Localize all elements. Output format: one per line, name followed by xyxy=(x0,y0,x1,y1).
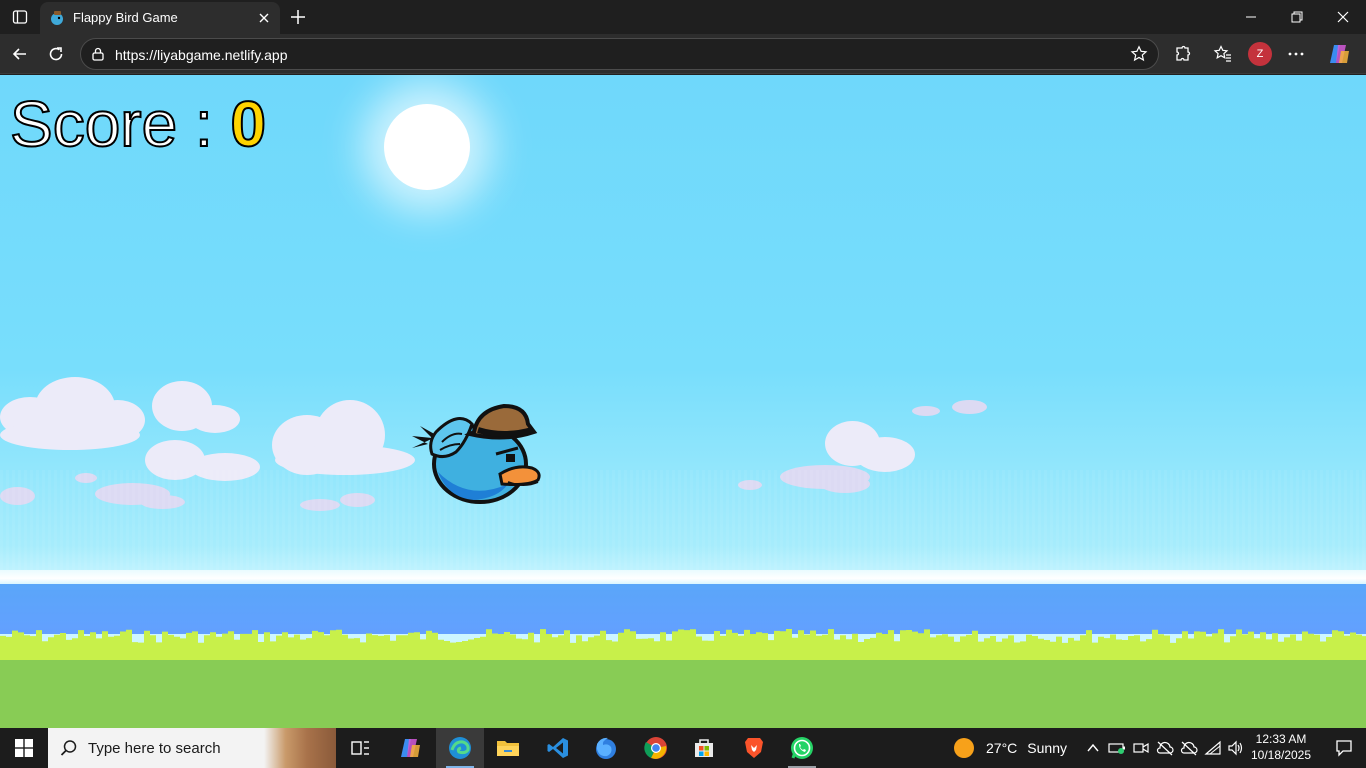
browser-tab[interactable]: Flappy Bird Game xyxy=(40,2,280,34)
game-canvas[interactable]: Score : 0 xyxy=(0,75,1366,728)
clock[interactable]: 12:33 AM 10/18/2025 xyxy=(1246,731,1316,763)
file-explorer-icon[interactable] xyxy=(484,728,532,768)
brave-icon[interactable] xyxy=(730,728,778,768)
search-placeholder: Type here to search xyxy=(88,740,221,757)
cloud-off-icon[interactable] xyxy=(1155,738,1175,758)
sun xyxy=(384,104,470,190)
extensions-icon[interactable] xyxy=(1172,43,1194,65)
firefox-icon[interactable] xyxy=(582,728,630,768)
horizon xyxy=(0,570,1366,584)
chrome-icon[interactable] xyxy=(632,728,680,768)
refresh-icon[interactable] xyxy=(42,41,70,67)
restore-icon[interactable] xyxy=(1274,0,1320,34)
battery-icon[interactable] xyxy=(1107,738,1127,758)
meet-now-icon[interactable] xyxy=(1131,738,1151,758)
lock-icon[interactable] xyxy=(90,46,106,62)
score-value: 0 xyxy=(230,87,268,161)
chevron-up-icon[interactable] xyxy=(1083,738,1103,758)
star-icon[interactable] xyxy=(1130,45,1148,63)
weather-condition: Sunny xyxy=(1027,740,1067,756)
profile-avatar[interactable]: Z xyxy=(1248,42,1272,66)
back-arrow-icon[interactable] xyxy=(6,41,34,67)
close-icon[interactable] xyxy=(256,10,272,26)
flappy-bird xyxy=(412,403,541,504)
sun-weather-icon xyxy=(954,738,974,758)
windows-start-icon[interactable] xyxy=(0,728,48,768)
score-label: Score : xyxy=(9,87,231,161)
volume-icon[interactable] xyxy=(1226,738,1246,758)
score-display: Score : 0 xyxy=(9,87,268,161)
weather-widget[interactable]: 27°C Sunny xyxy=(952,728,1067,768)
ground xyxy=(0,660,1366,728)
tab-title: Flappy Bird Game xyxy=(73,10,178,25)
copilot-app-icon[interactable] xyxy=(386,728,434,768)
search-highlight-image[interactable] xyxy=(264,728,336,768)
weather-temp: 27°C xyxy=(986,740,1018,756)
more-icon[interactable] xyxy=(1285,43,1307,65)
wifi-icon[interactable] xyxy=(1203,738,1223,758)
cloud-off-icon-2[interactable] xyxy=(1179,738,1199,758)
microsoft-store-icon[interactable] xyxy=(680,728,728,768)
whatsapp-icon[interactable] xyxy=(778,728,826,768)
edge-icon[interactable] xyxy=(436,728,484,768)
favorites-icon[interactable] xyxy=(1212,43,1234,65)
taskbar: Type here to search 27°C Sunny 12:33 AM … xyxy=(0,728,1366,768)
vscode-icon[interactable] xyxy=(534,728,582,768)
task-view-icon[interactable] xyxy=(336,728,384,768)
address-bar[interactable]: https://liyabgame.netlify.app xyxy=(80,38,1159,70)
plus-icon[interactable] xyxy=(286,5,310,29)
notification-icon[interactable] xyxy=(1322,728,1366,768)
close-window-icon[interactable] xyxy=(1320,0,1366,34)
minimize-icon[interactable] xyxy=(1228,0,1274,34)
bird-favicon-icon xyxy=(48,9,66,27)
clock-time: 12:33 AM xyxy=(1255,732,1307,746)
sky-haze xyxy=(0,470,1366,580)
clock-date: 10/18/2025 xyxy=(1250,748,1312,762)
tab-bar: Flappy Bird Game xyxy=(0,0,1366,34)
search-icon xyxy=(60,739,78,757)
taskbar-search-box[interactable]: Type here to search xyxy=(48,728,336,768)
url-text[interactable]: https://liyabgame.netlify.app xyxy=(115,47,288,63)
tab-actions-icon[interactable] xyxy=(6,4,34,30)
grass-edge xyxy=(0,629,1366,663)
copilot-icon[interactable] xyxy=(1326,43,1352,65)
browser-toolbar: https://liyabgame.netlify.app Z xyxy=(0,34,1366,74)
